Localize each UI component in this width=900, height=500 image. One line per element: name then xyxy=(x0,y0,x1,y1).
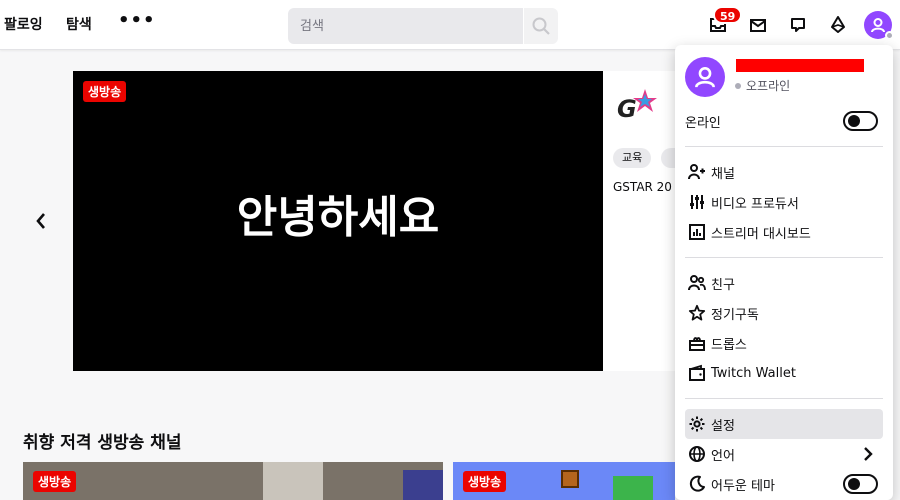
menu-user-avatar xyxy=(685,57,725,97)
live-badge: 생방송 xyxy=(463,471,507,492)
menu-item-channel[interactable]: 채널 xyxy=(685,157,883,187)
gstar-logo-icon: G xyxy=(617,89,657,123)
chat-bubble-icon xyxy=(791,18,805,32)
menu-item-label: 어두운 테마 xyxy=(711,478,775,494)
search-icon xyxy=(532,17,550,35)
menu-item-label: 설정 xyxy=(711,418,735,434)
user-dropdown-menu: 오프라인 온라인 채널 비디오 프로듀서 스트리머 대시보드 친구 정기구독 드… xyxy=(675,45,893,500)
menu-item-drops[interactable]: 드롭스 xyxy=(685,328,883,358)
menu-item-label: 언어 xyxy=(711,448,735,464)
presence-status-dot xyxy=(885,31,894,40)
search-button[interactable] xyxy=(524,8,558,44)
user-status: 오프라인 xyxy=(735,77,790,94)
dark-theme-toggle[interactable] xyxy=(843,474,878,494)
menu-item-label: 드롭스 xyxy=(711,337,747,353)
user-avatar-icon xyxy=(695,67,715,88)
menu-item-label: 채널 xyxy=(711,166,735,182)
gear-icon xyxy=(689,416,705,432)
search-input[interactable] xyxy=(288,8,523,44)
menu-item-language[interactable]: 언어 xyxy=(685,439,883,469)
carousel-prev-button[interactable] xyxy=(30,208,52,234)
svg-text:G: G xyxy=(617,95,637,123)
user-avatar-icon xyxy=(871,18,885,33)
globe-icon xyxy=(689,446,705,462)
menu-item-settings[interactable]: 설정 xyxy=(685,409,883,439)
menu-divider xyxy=(685,257,883,258)
user-status-label: 오프라인 xyxy=(746,79,791,93)
bits-button[interactable] xyxy=(826,13,850,37)
menu-item-creator-dashboard[interactable]: 스트리머 대시보드 xyxy=(685,217,883,247)
recommended-stream-thumbnail[interactable]: 생방송 xyxy=(453,462,675,500)
live-badge: 생방송 xyxy=(33,471,77,492)
recommended-section-title: 취향 저격 생방송 채널 xyxy=(23,433,182,453)
wallet-icon xyxy=(689,364,705,381)
dashboard-icon xyxy=(689,224,705,240)
messages-button[interactable] xyxy=(746,13,770,37)
top-nav-bar: 팔로잉 탐색 ••• 59 xyxy=(0,0,900,50)
offline-dot xyxy=(735,82,741,89)
friends-icon xyxy=(688,275,706,291)
bits-gem-icon xyxy=(831,16,845,33)
star-icon xyxy=(688,304,706,321)
menu-item-label: 비디오 프로듀서 xyxy=(711,196,799,212)
stream-overlay-text: 안녕하세요 xyxy=(236,192,440,243)
live-badge: 생방송 xyxy=(83,81,127,102)
recommended-stream-thumbnail[interactable]: 생방송 xyxy=(23,462,443,500)
sliders-icon xyxy=(690,195,704,209)
menu-item-label: 친구 xyxy=(711,277,735,293)
stream-tag[interactable]: 교육 xyxy=(613,148,652,168)
whispers-button[interactable] xyxy=(786,13,810,37)
menu-item-friends[interactable]: 친구 xyxy=(685,268,883,298)
notification-count-badge: 59 xyxy=(713,6,743,24)
featured-stream-player[interactable]: 생방송 안녕하세요 xyxy=(73,71,603,371)
menu-item-video-producer[interactable]: 비디오 프로듀서 xyxy=(685,187,883,217)
online-toggle[interactable] xyxy=(843,111,878,131)
mail-icon xyxy=(750,19,766,32)
nav-following-link[interactable]: 팔로잉 xyxy=(4,14,43,34)
redacted-username xyxy=(736,59,864,72)
online-label: 온라인 xyxy=(685,115,721,131)
featured-stream-info: G 교육 GSTAR 20 xyxy=(603,71,691,371)
nav-browse-link[interactable]: 탐색 xyxy=(66,14,92,34)
menu-item-label: 스트리머 대시보드 xyxy=(711,226,811,242)
moon-icon xyxy=(689,475,705,492)
user-channel-icon xyxy=(688,164,705,180)
chevron-left-icon xyxy=(36,213,45,229)
menu-divider xyxy=(685,398,883,399)
chevron-right-icon[interactable] xyxy=(863,446,873,462)
menu-divider xyxy=(685,146,883,147)
stream-title[interactable]: GSTAR 20 xyxy=(613,180,672,194)
menu-item-subscriptions[interactable]: 정기구독 xyxy=(685,298,883,328)
menu-item-wallet[interactable]: Twitch Wallet xyxy=(685,358,883,388)
more-options-button[interactable]: ••• xyxy=(118,10,156,31)
drops-icon xyxy=(689,337,705,351)
menu-item-label: Twitch Wallet xyxy=(711,365,796,381)
menu-item-label: 정기구독 xyxy=(711,307,759,323)
